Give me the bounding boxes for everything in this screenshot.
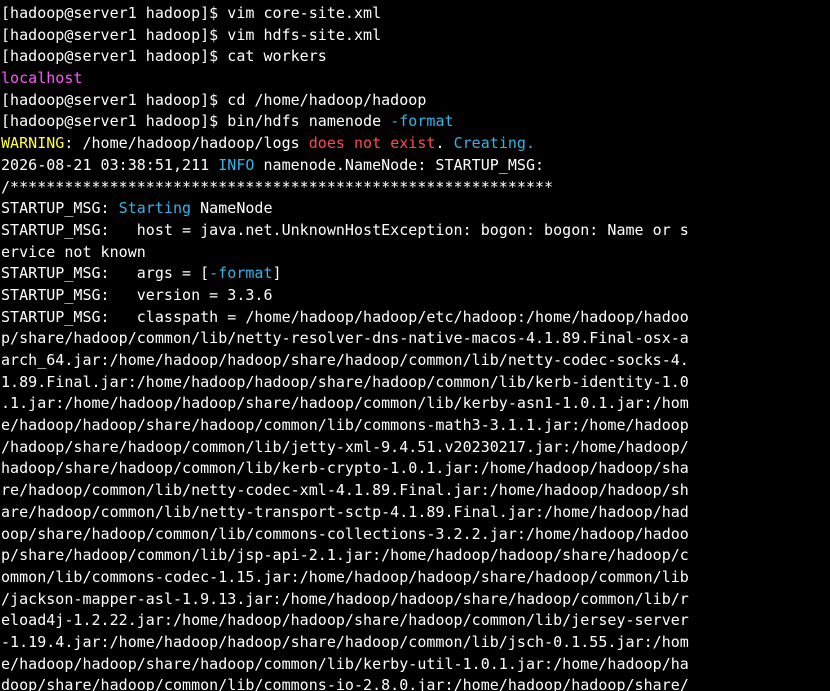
terminal-line: hadoop/share/hadoop/common/lib/kerb-cryp… bbox=[0, 458, 830, 480]
terminal-text: -1.19.4.jar:/home/hadoop/hadoop/share/ha… bbox=[1, 632, 689, 651]
terminal-text: ervice not known bbox=[1, 242, 146, 261]
terminal-line: STARTUP_MSG: classpath = /home/hadoop/ha… bbox=[0, 307, 830, 329]
terminal-line: STARTUP_MSG: Starting NameNode bbox=[0, 198, 830, 220]
terminal-text: -format bbox=[209, 264, 273, 283]
terminal-text: /jackson-mapper-asl-1.9.13.jar:/home/had… bbox=[1, 589, 689, 608]
terminal-line: ommon/lib/commons-codec-1.15.jar:/home/h… bbox=[0, 567, 830, 589]
terminal-text: [hadoop@server1 hadoop]$ cat workers bbox=[1, 47, 327, 66]
terminal-line: [hadoop@server1 hadoop]$ vim core-site.x… bbox=[0, 3, 830, 25]
terminal-text: e/hadoop/hadoop/share/hadoop/common/lib/… bbox=[1, 654, 689, 673]
terminal-text: e/hadoop/hadoop/share/hadoop/common/lib/… bbox=[1, 416, 689, 435]
terminal-line: [hadoop@server1 hadoop]$ cat workers bbox=[0, 46, 830, 68]
terminal-text: ommon/lib/commons-codec-1.15.jar:/home/h… bbox=[1, 567, 689, 586]
terminal-line: localhost bbox=[0, 68, 830, 90]
terminal-text: [hadoop@server1 hadoop]$ vim hdfs-site.x… bbox=[1, 25, 382, 44]
terminal-window[interactable]: [hadoop@server1 hadoop]$ vim core-site.x… bbox=[0, 0, 830, 691]
terminal-text: [hadoop@server1 hadoop]$ bin/hdfs nameno… bbox=[1, 112, 391, 131]
terminal-line: are/hadoop/common/lib/netty-transport-sc… bbox=[0, 502, 830, 524]
terminal-text: : /home/hadoop/hadoop/logs bbox=[64, 134, 309, 153]
terminal-line: /hadoop/share/hadoop/common/lib/jetty-xm… bbox=[0, 437, 830, 459]
terminal-line: [hadoop@server1 hadoop]$ bin/hdfs nameno… bbox=[0, 111, 830, 133]
terminal-text: .1.jar:/home/hadoop/hadoop/share/hadoop/… bbox=[1, 394, 689, 413]
terminal-text: INFO bbox=[218, 155, 255, 174]
terminal-text: STARTUP_MSG: version = 3.3.6 bbox=[1, 285, 273, 304]
terminal-line: -1.19.4.jar:/home/hadoop/hadoop/share/ha… bbox=[0, 632, 830, 654]
terminal-line: STARTUP_MSG: args = [-format] bbox=[0, 263, 830, 285]
terminal-text: -format bbox=[390, 112, 454, 131]
terminal-line: 1.89.Final.jar:/home/hadoop/hadoop/share… bbox=[0, 372, 830, 394]
terminal-text: does not exist bbox=[308, 134, 436, 153]
terminal-line: p/share/hadoop/common/lib/netty-resolver… bbox=[0, 328, 830, 350]
terminal-text: p/share/hadoop/common/lib/jsp-api-2.1.ja… bbox=[1, 546, 689, 565]
terminal-line: ervice not known bbox=[0, 242, 830, 264]
terminal-line: .1.jar:/home/hadoop/hadoop/share/hadoop/… bbox=[0, 393, 830, 415]
terminal-line: eload4j-1.2.22.jar:/home/hadoop/hadoop/s… bbox=[0, 610, 830, 632]
terminal-line: STARTUP_MSG: host = java.net.UnknownHost… bbox=[0, 220, 830, 242]
terminal-text: hadoop/share/hadoop/common/lib/kerb-cryp… bbox=[1, 459, 689, 478]
terminal-text: [hadoop@server1 hadoop]$ cd /home/hadoop… bbox=[1, 90, 427, 109]
terminal-text: doop/share/hadoop/common/lib/commons-io-… bbox=[1, 676, 689, 691]
terminal-text: p/share/hadoop/common/lib/netty-resolver… bbox=[1, 329, 689, 348]
terminal-text: eload4j-1.2.22.jar:/home/hadoop/hadoop/s… bbox=[1, 611, 689, 630]
terminal-line: 2026-08-21 03:38:51,211 INFO namenode.Na… bbox=[0, 155, 830, 177]
terminal-line: e/hadoop/hadoop/share/hadoop/common/lib/… bbox=[0, 415, 830, 437]
terminal-text: are/hadoop/common/lib/netty-transport-sc… bbox=[1, 502, 689, 521]
terminal-text: /***************************************… bbox=[1, 177, 554, 196]
terminal-line: [hadoop@server1 hadoop]$ vim hdfs-site.x… bbox=[0, 25, 830, 47]
terminal-text: namenode.NameNode: STARTUP_MSG: bbox=[254, 155, 545, 174]
terminal-text: Starting bbox=[118, 199, 192, 218]
terminal-text: STARTUP_MSG: classpath = /home/hadoop/ha… bbox=[1, 307, 689, 326]
terminal-text: STARTUP_MSG: args = [ bbox=[1, 264, 210, 283]
terminal-text: NameNode bbox=[191, 199, 273, 218]
terminal-text: Creating. bbox=[453, 134, 536, 153]
terminal-text: oop/share/hadoop/common/lib/commons-coll… bbox=[1, 524, 689, 543]
terminal-text: 2026-08-21 03:38:51,211 bbox=[1, 155, 219, 174]
terminal-text: ] bbox=[272, 264, 282, 283]
terminal-line: doop/share/hadoop/common/lib/commons-io-… bbox=[0, 675, 830, 691]
terminal-text: WARNING bbox=[1, 134, 65, 153]
terminal-line: arch_64.jar:/home/hadoop/hadoop/share/ha… bbox=[0, 350, 830, 372]
terminal-line: re/hadoop/common/lib/netty-codec-xml-4.1… bbox=[0, 480, 830, 502]
terminal-line: STARTUP_MSG: version = 3.3.6 bbox=[0, 285, 830, 307]
terminal-line: oop/share/hadoop/common/lib/commons-coll… bbox=[0, 524, 830, 546]
terminal-line: e/hadoop/hadoop/share/hadoop/common/lib/… bbox=[0, 654, 830, 676]
terminal-text: re/hadoop/common/lib/netty-codec-xml-4.1… bbox=[1, 481, 689, 500]
terminal-text: [hadoop@server1 hadoop]$ vim core-site.x… bbox=[1, 4, 382, 22]
terminal-line: p/share/hadoop/common/lib/jsp-api-2.1.ja… bbox=[0, 545, 830, 567]
terminal-line: WARNING: /home/hadoop/hadoop/logs does n… bbox=[0, 133, 830, 155]
terminal-line: /***************************************… bbox=[0, 177, 830, 199]
terminal-text: STARTUP_MSG: host = java.net.UnknownHost… bbox=[1, 220, 689, 239]
terminal-text: arch_64.jar:/home/hadoop/hadoop/share/ha… bbox=[1, 351, 689, 369]
terminal-text: 1.89.Final.jar:/home/hadoop/hadoop/share… bbox=[1, 372, 689, 391]
terminal-text: /hadoop/share/hadoop/common/lib/jetty-xm… bbox=[1, 437, 689, 456]
terminal-text: localhost bbox=[1, 69, 83, 88]
terminal-line: [hadoop@server1 hadoop]$ cd /home/hadoop… bbox=[0, 90, 830, 112]
terminal-text: . bbox=[435, 134, 454, 153]
terminal-text: STARTUP_MSG: bbox=[1, 199, 119, 218]
terminal-line: /jackson-mapper-asl-1.9.13.jar:/home/had… bbox=[0, 589, 830, 611]
